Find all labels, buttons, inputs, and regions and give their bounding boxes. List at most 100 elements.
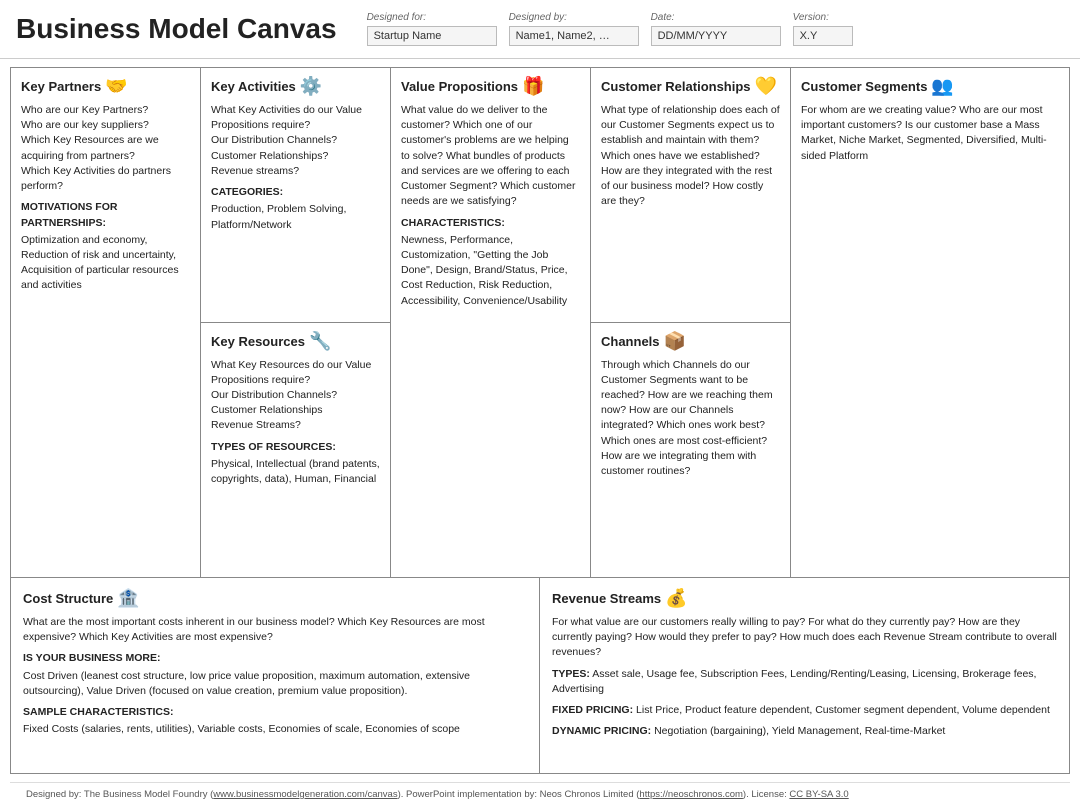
- key-partners-title: Key Partners 🤝: [21, 76, 190, 97]
- channels-content: Through which Channels do our Customer S…: [601, 358, 780, 480]
- cost-structure-icon: 🏦: [117, 588, 139, 609]
- date-field: Date:: [651, 12, 781, 46]
- channels-questions: Through which Channels do our Customer S…: [601, 358, 780, 480]
- key-activities-categories: Production, Problem Solving, Platform/Ne…: [211, 202, 380, 232]
- key-partners-subcategory: MOTIVATIONS FOR PARTNERSHIPS:: [21, 200, 190, 230]
- revenue-streams-icon: 💰: [665, 588, 687, 609]
- customer-segments-text: Customer Segments: [801, 79, 927, 94]
- value-propositions-title: Value Propositions 🎁: [401, 76, 580, 97]
- cost-structure-sample: Fixed Costs (salaries, rents, utilities)…: [23, 722, 527, 737]
- customer-segments-icon: 👥: [931, 76, 953, 97]
- date-label: Date:: [651, 12, 781, 23]
- key-resources-types: Physical, Intellectual (brand patents, c…: [211, 457, 380, 487]
- cost-structure-questions: What are the most important costs inhere…: [23, 615, 527, 645]
- version-label: Version:: [793, 12, 853, 23]
- date-input[interactable]: [651, 26, 781, 46]
- key-activities-section: Key Activities ⚙️ What Key Activities do…: [201, 68, 390, 323]
- revenue-streams-content: For what value are our customers really …: [552, 615, 1057, 740]
- revenue-streams-questions: For what value are our customers really …: [552, 615, 1057, 661]
- canvas-bottom-row: Cost Structure 🏦 What are the most impor…: [11, 578, 1069, 773]
- revenue-streams-dynamic-label: DYNAMIC PRICING:: [552, 725, 651, 737]
- cost-structure-text: Cost Structure: [23, 591, 113, 606]
- value-propositions-text: Value Propositions: [401, 79, 518, 94]
- cost-structure-subcategory-sample: SAMPLE CHARACTERISTICS:: [23, 705, 527, 720]
- revenue-streams-title: Revenue Streams 💰: [552, 588, 1057, 609]
- designed-by-field: Designed by:: [509, 12, 639, 46]
- key-resources-section: Key Resources 🔧 What Key Resources do ou…: [201, 323, 390, 578]
- revenue-streams-fixed-content: List Price, Product feature dependent, C…: [636, 704, 1050, 716]
- channels-icon: 📦: [664, 331, 686, 352]
- revenue-streams-section: Revenue Streams 💰 For what value are our…: [540, 578, 1069, 773]
- revenue-streams-text: Revenue Streams: [552, 591, 661, 606]
- cost-structure-business: Cost Driven (leanest cost structure, low…: [23, 669, 527, 699]
- key-activities-resources-column: Key Activities ⚙️ What Key Activities do…: [201, 68, 391, 577]
- key-activities-content: What Key Activities do our Value Proposi…: [211, 103, 380, 233]
- key-resources-content: What Key Resources do our Value Proposit…: [211, 358, 380, 488]
- customer-segments-content: For whom are we creating value? Who are …: [801, 103, 1059, 164]
- key-resources-subcategory: TYPES OF RESOURCES:: [211, 440, 380, 455]
- value-propositions-section: Value Propositions 🎁 What value do we de…: [391, 68, 590, 577]
- key-activities-text: Key Activities: [211, 79, 296, 94]
- value-propositions-content: What value do we deliver to the customer…: [401, 103, 580, 309]
- key-activities-questions: What Key Activities do our Value Proposi…: [211, 103, 380, 179]
- footer-text: Designed by: The Business Model Foundry …: [26, 789, 849, 800]
- page-header: Business Model Canvas Designed for: Desi…: [0, 0, 1080, 59]
- revenue-streams-dynamic-line: DYNAMIC PRICING: Negotiation (bargaining…: [552, 724, 1057, 739]
- canvas-top-row: Key Partners 🤝 Who are our Key Partners?…: [11, 68, 1069, 578]
- customer-relationships-section: Customer Relationships 💛 What type of re…: [591, 68, 790, 323]
- revenue-streams-types-label: TYPES:: [552, 668, 590, 680]
- key-resources-questions: What Key Resources do our Value Proposit…: [211, 358, 380, 434]
- designed-for-input[interactable]: [367, 26, 497, 46]
- key-partners-icon: 🤝: [105, 76, 127, 97]
- customer-relationships-content: What type of relationship does each of o…: [601, 103, 780, 210]
- designed-by-label: Designed by:: [509, 12, 639, 23]
- revenue-streams-dynamic-content: Negotiation (bargaining), Yield Manageme…: [654, 725, 945, 737]
- key-partners-questions: Who are our Key Partners?Who are our key…: [21, 103, 190, 194]
- cost-structure-subcategory-business: IS YOUR BUSINESS MORE:: [23, 651, 527, 666]
- cost-structure-content: What are the most important costs inhere…: [23, 615, 527, 738]
- revenue-streams-types-content: Asset sale, Usage fee, Subscription Fees…: [552, 668, 1036, 695]
- cr-channels-column: Customer Relationships 💛 What type of re…: [591, 68, 791, 577]
- key-partners-section: Key Partners 🤝 Who are our Key Partners?…: [11, 68, 200, 577]
- customer-segments-column: Customer Segments 👥 For whom are we crea…: [791, 68, 1069, 577]
- version-input[interactable]: [793, 26, 853, 46]
- customer-relationships-icon: 💛: [755, 76, 777, 97]
- cost-structure-title: Cost Structure 🏦: [23, 588, 527, 609]
- key-activities-title: Key Activities ⚙️: [211, 76, 380, 97]
- cost-structure-section: Cost Structure 🏦 What are the most impor…: [11, 578, 540, 773]
- customer-segments-section: Customer Segments 👥 For whom are we crea…: [791, 68, 1069, 577]
- key-resources-icon: 🔧: [309, 331, 331, 352]
- channels-title: Channels 📦: [601, 331, 780, 352]
- footer-link-license[interactable]: CC BY-SA 3.0: [789, 789, 848, 800]
- customer-relationships-title: Customer Relationships 💛: [601, 76, 780, 97]
- channels-section: Channels 📦 Through which Channels do our…: [591, 323, 790, 578]
- customer-relationships-text: Customer Relationships: [601, 79, 751, 94]
- value-propositions-subcategory: CHARACTERISTICS:: [401, 216, 580, 231]
- business-model-canvas: Key Partners 🤝 Who are our Key Partners?…: [10, 67, 1070, 774]
- page-title: Business Model Canvas: [16, 12, 337, 46]
- designed-for-field: Designed for:: [367, 12, 497, 46]
- customer-segments-title: Customer Segments 👥: [801, 76, 1059, 97]
- value-propositions-column: Value Propositions 🎁 What value do we de…: [391, 68, 591, 577]
- customer-segments-questions: For whom are we creating value? Who are …: [801, 103, 1059, 164]
- key-partners-motivations: Optimization and economy, Reduction of r…: [21, 233, 190, 294]
- revenue-streams-fixed-line: FIXED PRICING: List Price, Product featu…: [552, 703, 1057, 718]
- value-propositions-icon: 🎁: [522, 76, 544, 97]
- key-activities-subcategory: CATEGORIES:: [211, 185, 380, 200]
- customer-relationships-questions: What type of relationship does each of o…: [601, 103, 780, 210]
- designed-by-input[interactable]: [509, 26, 639, 46]
- key-partners-column: Key Partners 🤝 Who are our Key Partners?…: [11, 68, 201, 577]
- page-footer: Designed by: The Business Model Foundry …: [10, 782, 1070, 806]
- revenue-streams-fixed-label: FIXED PRICING:: [552, 704, 633, 716]
- designed-for-label: Designed for:: [367, 12, 497, 23]
- channels-text: Channels: [601, 334, 660, 349]
- key-resources-text: Key Resources: [211, 334, 305, 349]
- key-partners-content: Who are our Key Partners?Who are our key…: [21, 103, 190, 294]
- key-activities-icon: ⚙️: [300, 76, 322, 97]
- footer-link-neos[interactable]: https://neoschronos.com: [639, 789, 743, 800]
- value-propositions-questions: What value do we deliver to the customer…: [401, 103, 580, 210]
- footer-link-canvas[interactable]: www.businessmodelgeneration.com/canvas: [213, 789, 397, 800]
- key-partners-text: Key Partners: [21, 79, 101, 94]
- header-meta-fields: Designed for: Designed by: Date: Version…: [367, 12, 1064, 50]
- revenue-streams-types-line: TYPES: Asset sale, Usage fee, Subscripti…: [552, 667, 1057, 697]
